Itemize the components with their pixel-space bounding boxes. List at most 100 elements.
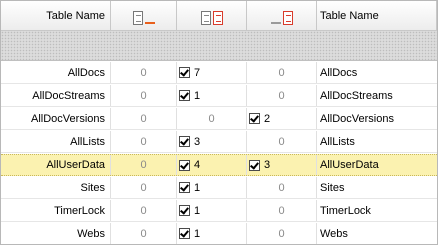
- table-name-cell-right: AllDocs: [317, 62, 437, 83]
- table-name-cell: Sites: [1, 177, 111, 198]
- column-header-table-name[interactable]: Table Name: [1, 1, 111, 30]
- count-value: 0: [140, 135, 147, 148]
- table-name-cell-right: TimerLock: [317, 200, 437, 221]
- document-gray-underline-icon: [270, 7, 293, 25]
- two-documents-icon: [200, 7, 223, 25]
- table-name: AllUserData: [46, 159, 105, 171]
- versions-count-cell: 0: [247, 177, 317, 198]
- versions-count-value: 0: [278, 204, 285, 217]
- versions-count-cell: 0: [247, 200, 317, 221]
- table-name-cell: Webs: [1, 223, 111, 244]
- count-value: 0: [140, 181, 147, 194]
- table-name-right: AllUserData: [320, 159, 379, 171]
- table-name-cell: AllLists: [1, 131, 111, 152]
- docs-count-value: 4: [194, 159, 201, 171]
- versions-count-value: 2: [264, 112, 271, 125]
- table-name: Webs: [77, 227, 105, 240]
- versions-count-cell: 0: [247, 223, 317, 244]
- versions-count-value: 0: [278, 227, 285, 240]
- count-cell: 0: [111, 108, 177, 129]
- count-value: 0: [140, 204, 147, 217]
- table-row[interactable]: TimerLock 0 1 0 TimerLock: [1, 200, 437, 222]
- filter-row[interactable]: [1, 31, 437, 61]
- table-name-cell-right: AllDocStreams: [317, 85, 437, 106]
- docs-count-cell: 1: [177, 223, 247, 244]
- column-header-gray-doc[interactable]: [247, 1, 317, 30]
- table-name-right: Sites: [320, 181, 345, 194]
- checkbox-icon[interactable]: [179, 228, 190, 239]
- count-value: 0: [140, 112, 147, 125]
- docs-count-value: 1: [194, 181, 201, 194]
- table-name: AllLists: [70, 135, 105, 148]
- table-name-right: AllDocVersions: [320, 112, 394, 125]
- count-cell: 0: [111, 177, 177, 198]
- docs-count-value: 7: [194, 66, 201, 79]
- table-name-cell-right: Webs: [317, 223, 437, 244]
- checkbox-icon[interactable]: [179, 136, 190, 147]
- column-header-two-docs[interactable]: [177, 1, 247, 30]
- table-name: Sites: [80, 181, 105, 194]
- count-cell: 0: [111, 200, 177, 221]
- count-value: 0: [140, 66, 147, 79]
- count-cell: 0: [111, 155, 177, 175]
- table-name-cell-right: AllUserData: [317, 155, 437, 175]
- count-value: 0: [140, 227, 147, 240]
- checkbox-icon[interactable]: [249, 113, 260, 124]
- checkbox-icon[interactable]: [249, 159, 260, 171]
- versions-count-value: 0: [278, 66, 285, 79]
- versions-count-value: 0: [278, 135, 285, 148]
- table-row[interactable]: AllDocs 0 7 0 AllDocs: [1, 62, 437, 84]
- table-row[interactable]: AllUserData 0 4 3 AllUserData: [1, 154, 437, 176]
- table-row[interactable]: Sites 0 1 0 Sites: [1, 177, 437, 199]
- table-grid: Table Name Table Name AllDocs 0 7 0 AllD…: [0, 0, 438, 245]
- docs-count-value: 1: [194, 204, 201, 217]
- versions-count-value: 0: [278, 181, 285, 194]
- docs-count-cell: 4: [177, 155, 247, 175]
- versions-count-value: 3: [264, 159, 271, 171]
- docs-count-cell: 1: [177, 200, 247, 221]
- versions-count-cell: 0: [247, 85, 317, 106]
- table-row[interactable]: AllLists 0 3 0 AllLists: [1, 131, 437, 153]
- table-row[interactable]: AllDocStreams 0 1 0 AllDocStreams: [1, 85, 437, 107]
- table-name-cell-right: Sites: [317, 177, 437, 198]
- table-row[interactable]: AllDocVersions 0 0 2 AllDocVersions: [1, 108, 437, 130]
- table-name-cell: AllDocVersions: [1, 108, 111, 129]
- column-header-label: Table Name: [320, 9, 379, 22]
- checkbox-icon[interactable]: [179, 90, 190, 101]
- versions-count-cell: 3: [247, 155, 317, 175]
- table-name-right: AllDocStreams: [320, 89, 393, 102]
- column-header-orange-doc[interactable]: [111, 1, 177, 30]
- versions-count-cell: 2: [247, 108, 317, 129]
- table-name-cell: AllDocStreams: [1, 85, 111, 106]
- table-name-right: TimerLock: [320, 204, 371, 217]
- checkbox-icon[interactable]: [179, 182, 190, 193]
- checkbox-icon[interactable]: [179, 205, 190, 216]
- table-name: AllDocs: [67, 66, 105, 79]
- count-cell: 0: [111, 131, 177, 152]
- docs-count-value: 1: [194, 89, 201, 102]
- docs-count-cell: 0: [177, 108, 247, 129]
- count-cell: 0: [111, 85, 177, 106]
- docs-count-value: 1: [194, 227, 201, 240]
- checkbox-icon[interactable]: [179, 159, 190, 171]
- docs-count-cell: 1: [177, 85, 247, 106]
- checkbox-icon[interactable]: [179, 67, 190, 78]
- table-name-cell: AllUserData: [1, 155, 111, 175]
- table-name: AllDocVersions: [31, 112, 105, 125]
- table-name-right: Webs: [320, 227, 348, 240]
- count-value: 0: [140, 159, 147, 171]
- document-orange-underline-icon: [132, 7, 155, 25]
- count-cell: 0: [111, 223, 177, 244]
- count-value: 0: [140, 89, 147, 102]
- table-row[interactable]: Webs 0 1 0 Webs: [1, 223, 437, 244]
- docs-count-cell: 3: [177, 131, 247, 152]
- versions-count-cell: 0: [247, 62, 317, 83]
- table-name-right: AllLists: [320, 135, 355, 148]
- table-name-right: AllDocs: [320, 66, 358, 79]
- column-header-table-name-right[interactable]: Table Name: [317, 1, 437, 30]
- versions-count-value: 0: [278, 89, 285, 102]
- docs-count-cell: 1: [177, 177, 247, 198]
- docs-count-value: 3: [194, 135, 201, 148]
- table-name: TimerLock: [54, 204, 105, 217]
- table-name-cell-right: AllLists: [317, 131, 437, 152]
